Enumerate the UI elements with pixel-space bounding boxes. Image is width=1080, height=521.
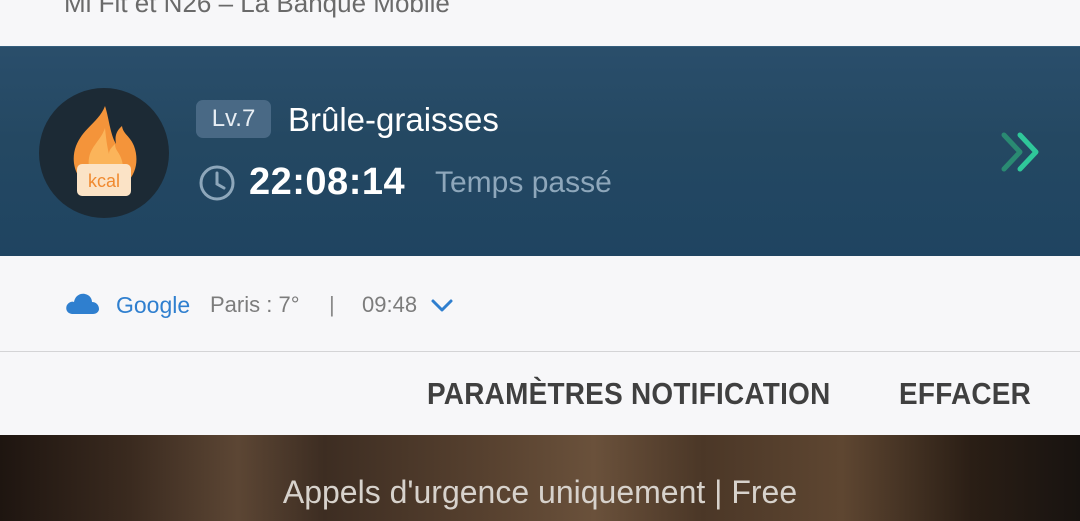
previous-notification-text: Mi Fit et N26 – La Banque Mobile [64,0,450,18]
lock-screen-wallpaper: Appels d'urgence uniquement | Free [0,435,1080,521]
game-title: Brûle-graisses [288,101,499,138]
kcal-label: kcal [88,171,120,191]
previous-notification[interactable]: Mi Fit et N26 – La Banque Mobile [0,0,1080,46]
carrier-status: Appels d'urgence uniquement | Free [282,474,798,510]
game-notification-card[interactable]: kcal Lv.7 Brûle-graisses 22:08:14 Temps … [0,46,1080,257]
level-badge: Lv.7 [196,100,271,138]
weather-bar[interactable]: Google Paris : 7° | 09:48 [0,256,1080,352]
chevron-down-icon[interactable] [430,297,454,315]
double-chevron-right-icon[interactable] [998,131,1046,173]
elapsed-timer: 22:08:14 [249,161,406,203]
cloud-icon [64,292,100,316]
weather-separator: | [329,292,335,317]
weather-time: 09:48 [362,292,418,317]
weather-location-temp: Paris : 7° [210,292,300,317]
clear-button[interactable]: EFFACER [899,374,1031,414]
notification-shade: Mi Fit et N26 – La Banque Mobile kcal Lv… [0,0,1080,521]
elapsed-label: Temps passé [435,166,612,199]
kcal-flame-icon: kcal [39,88,169,218]
notification-settings-button[interactable]: PARAMÈTRES NOTIFICATION [427,374,831,414]
clock-icon [198,164,236,202]
notification-actions: PARAMÈTRES NOTIFICATION EFFACER [0,352,1080,435]
weather-provider: Google [116,292,191,318]
